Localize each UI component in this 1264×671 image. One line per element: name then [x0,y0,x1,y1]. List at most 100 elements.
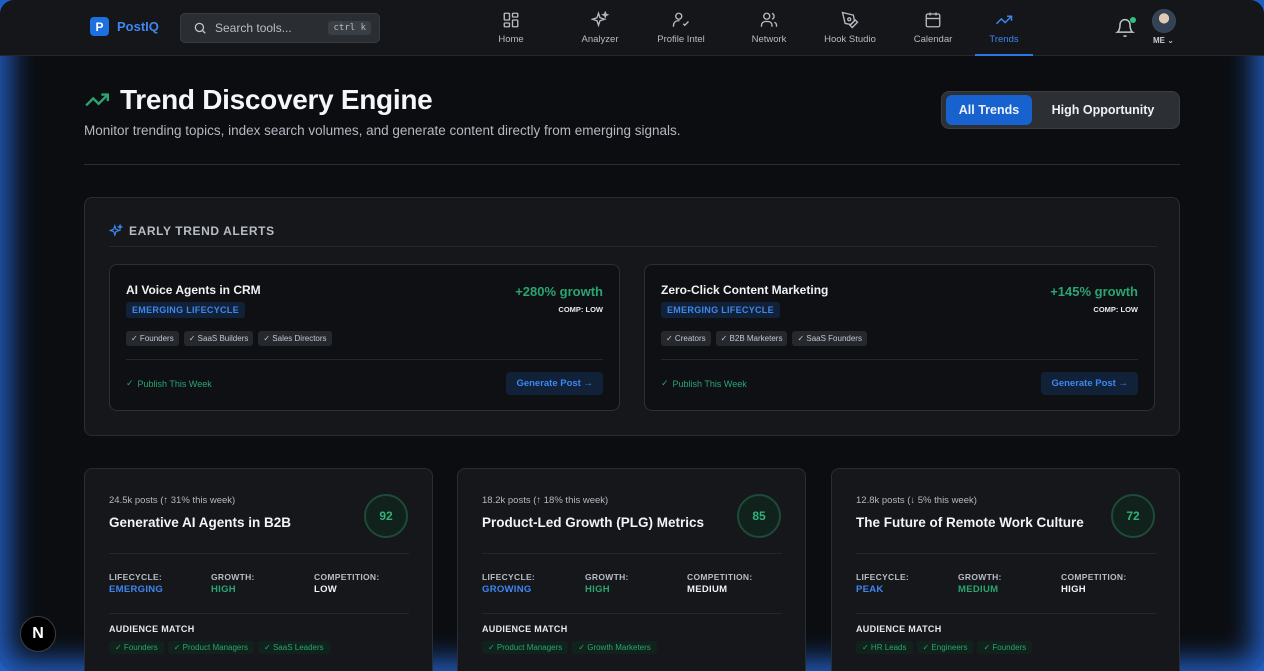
audience-tag: ✓ Sales Directors [258,331,332,346]
divider [482,553,782,554]
home-grid-icon [503,12,519,28]
audience-tags: ✓ Creators ✓ B2B Marketers ✓ SaaS Founde… [661,331,867,346]
competition-metric: COMPETITION: HIGH [1061,572,1126,595]
audience-match-tags: ✓ Product Managers ✓ Growth Marketers [482,641,657,654]
nav-trends[interactable]: Trends [975,0,1033,56]
divider [661,359,1138,360]
divider [856,553,1156,554]
audience-tag: ✓ Founders [109,641,164,654]
publish-label: Publish This Week [137,378,212,389]
audience-tag: ✓ Engineers [916,641,974,654]
opportunity-score: 72 [1111,494,1155,538]
metric-label: COMPETITION: [687,572,753,582]
publish-label: Publish This Week [672,378,747,389]
early-trend-alerts-panel: EARLY TREND ALERTS AI Voice Agents in CR… [84,197,1180,436]
metric-label: GROWTH: [585,572,629,582]
competition-metric: COMPETITION: MEDIUM [687,572,752,595]
header-divider [84,164,1180,165]
divider [126,359,603,360]
opportunity-score: 85 [737,494,781,538]
post-volume: 12.8k posts (↓ 5% this week) [856,495,977,506]
nav-analyzer[interactable]: Analyzer [556,0,644,56]
notification-dot [1130,17,1136,23]
audience-tag: ✓ SaaS Builders [183,331,254,346]
nav-label: Trends [989,34,1019,45]
trend-topic: The Future of Remote Work Culture [856,515,1084,530]
nav-label: Network [751,34,787,45]
brand-logo-icon: P [90,17,109,36]
divider [856,613,1156,614]
growth-value: +280% growth [515,284,603,299]
nav-label: Profile Intel [657,34,705,45]
divider [109,553,409,554]
metric-label: LIFECYCLE: [109,572,163,582]
user-check-icon [672,12,689,27]
trend-topic: Product-Led Growth (PLG) Metrics [482,515,705,530]
lifecycle-badge: EMERGING LIFECYCLE [126,302,245,318]
trending-up-icon [85,93,110,107]
post-volume: 18.2k posts (↑ 18% this week) [482,495,609,506]
check-icon: ✓ [661,378,669,388]
trend-filter-toggle: All Trends High Opportunity [941,91,1180,129]
publish-status: ✓ Publish This Week [661,378,747,389]
high-opportunity-button[interactable]: High Opportunity [1032,95,1174,125]
nav-network[interactable]: Network [725,0,813,56]
competition-value: COMP: LOW [1093,305,1138,314]
audience-tag: ✓ HR Leads [856,641,913,654]
alerts-header: EARLY TREND ALERTS [109,224,275,238]
all-trends-button[interactable]: All Trends [946,95,1032,125]
nav-home[interactable]: Home [486,0,536,56]
nav-label: Analyzer [581,34,619,45]
nav-calendar[interactable]: Calendar [896,0,970,56]
sparkle-icon [109,224,123,237]
brand[interactable]: P PostIQ [90,17,159,36]
alert-topic: Zero-Click Content Marketing [661,283,829,297]
growth-value: +145% growth [1050,284,1138,299]
audience-match-title: AUDIENCE MATCH [482,624,568,634]
nav-hook-studio[interactable]: Hook Studio [813,0,887,56]
framework-badge-icon[interactable]: N [20,616,56,652]
competition-metric: COMPETITION: LOW [314,572,379,595]
audience-match-title: AUDIENCE MATCH [109,624,195,634]
audience-tag: ✓ Creators [661,331,711,346]
generate-post-button[interactable]: Generate Post → [506,372,603,395]
nav-items: Home Analyzer Profile Intel Network Hook… [486,0,1033,56]
post-volume: 24.5k posts (↑ 31% this week) [109,495,236,506]
audience-tag: ✓ Founders [126,331,179,346]
audience-tags: ✓ Founders ✓ SaaS Builders ✓ Sales Direc… [126,331,332,346]
growth-metric: GROWTH: MEDIUM [958,572,1002,595]
lifecycle-badge: EMERGING LIFECYCLE [661,302,780,318]
avatar[interactable] [1152,9,1176,33]
trend-card[interactable]: 12.8k posts (↓ 5% this week) The Future … [831,468,1180,671]
opportunity-score: 92 [364,494,408,538]
page-subtitle: Monitor trending topics, index search vo… [84,123,681,138]
nav-label: Calendar [913,34,953,45]
trend-card[interactable]: 18.2k posts (↑ 18% this week) Product-Le… [457,468,806,671]
search-placeholder: Search tools... [215,21,292,35]
publish-status: ✓ Publish This Week [126,378,212,389]
audience-match-tags: ✓ HR Leads ✓ Engineers ✓ Founders [856,641,1033,654]
lifecycle-metric: LIFECYCLE: PEAK [856,572,909,595]
metric-label: COMPETITION: [1061,572,1127,582]
sparkle-icon [591,11,609,28]
audience-tag: ✓ Product Managers [167,641,255,654]
metric-value: MEDIUM [687,584,728,595]
trend-card[interactable]: 24.5k posts (↑ 31% this week) Generative… [84,468,433,671]
metric-label: LIFECYCLE: [482,572,536,582]
metric-value: PEAK [856,584,884,595]
lifecycle-metric: LIFECYCLE: GROWING [482,572,535,595]
generate-post-button[interactable]: Generate Post → [1041,372,1138,395]
user-menu[interactable]: ME ⌄ [1153,36,1174,45]
search-input[interactable]: Search tools... ctrl k [180,13,380,43]
app-window: P PostIQ Search tools... ctrl k Home Ana… [0,0,1264,671]
metric-label: LIFECYCLE: [856,572,910,582]
user-label: ME [1153,36,1165,45]
nav-profile-intel[interactable]: Profile Intel [644,0,718,56]
lifecycle-metric: LIFECYCLE: EMERGING [109,572,163,595]
audience-match-title: AUDIENCE MATCH [856,624,942,634]
growth-metric: GROWTH: HIGH [211,572,255,595]
brand-name: PostIQ [117,19,159,34]
audience-tag: ✓ Founders [977,641,1033,654]
metric-value: HIGH [1061,584,1086,595]
metric-label: GROWTH: [958,572,1002,582]
